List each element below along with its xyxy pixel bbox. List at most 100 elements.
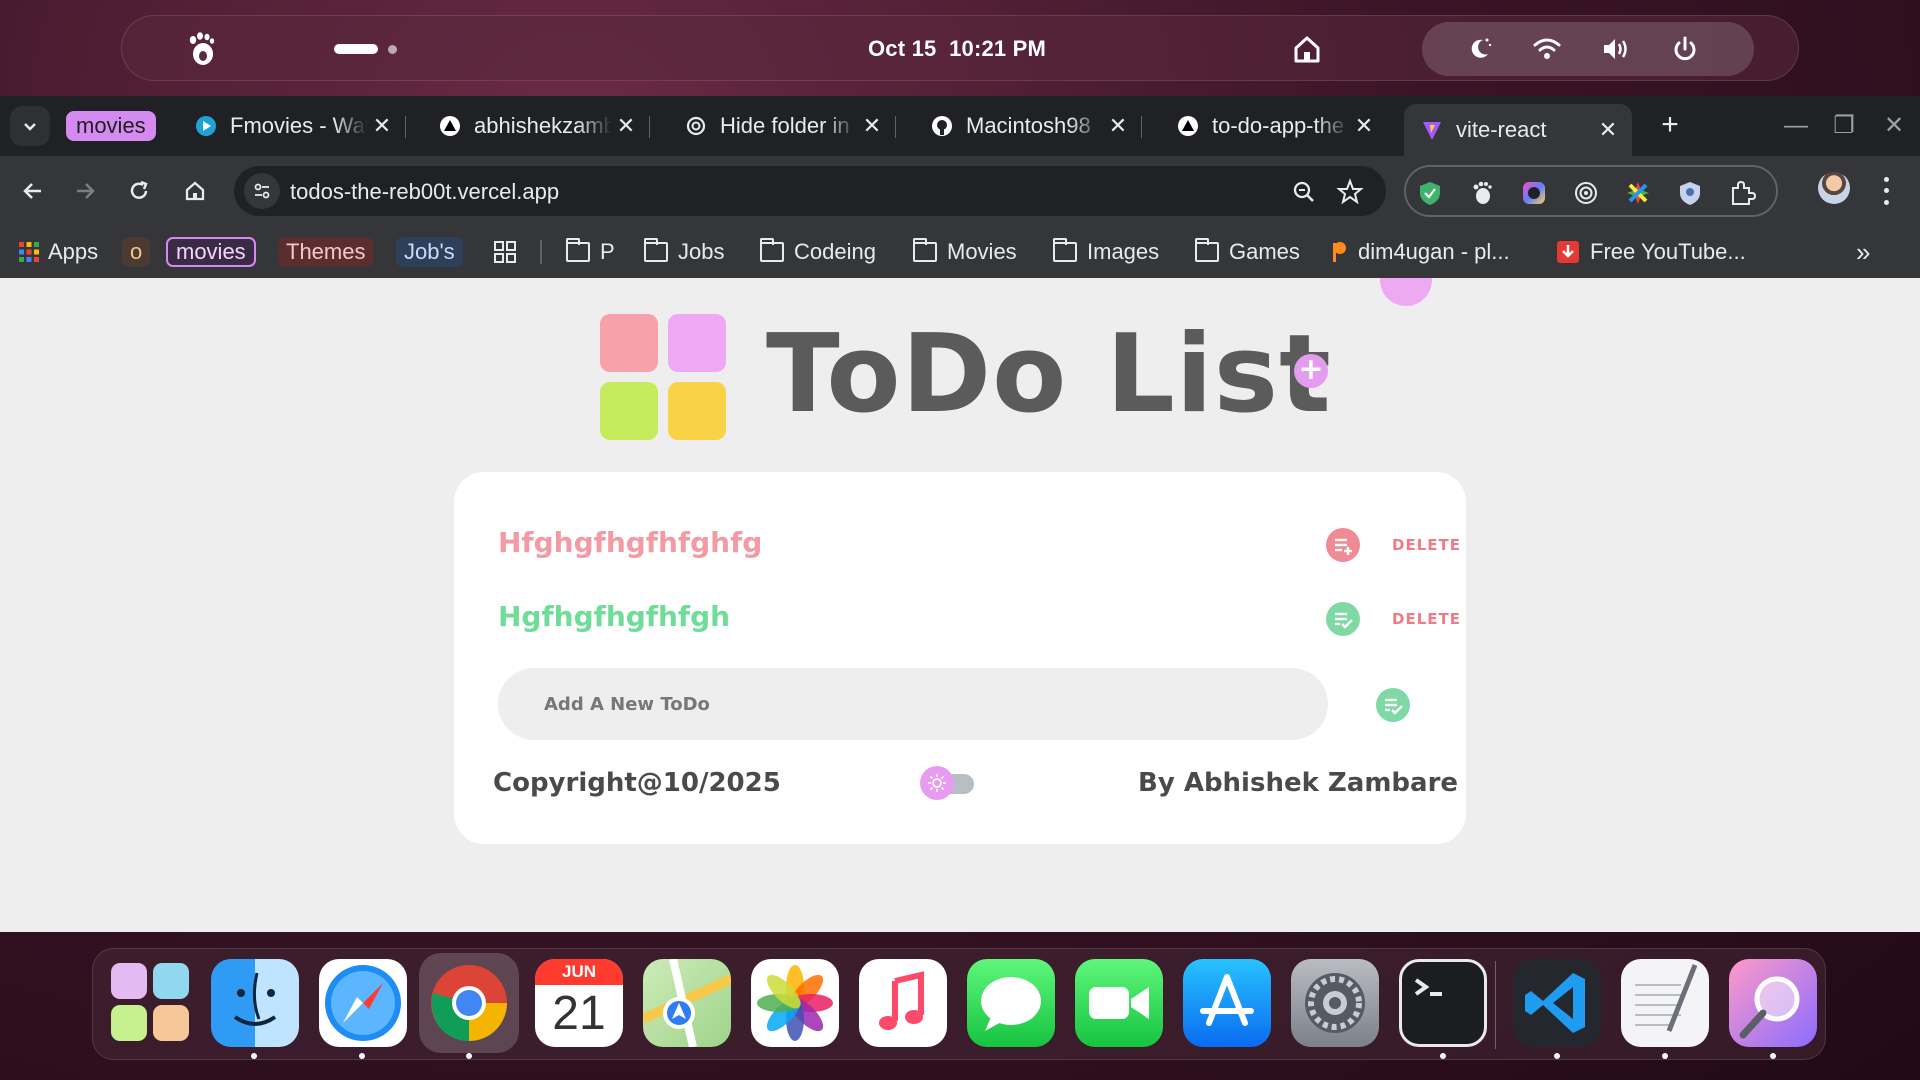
bookmark-folder-images[interactable]: Images <box>1053 236 1159 268</box>
tab-macintosh98[interactable]: Macintosh98 ✕ <box>914 104 1142 148</box>
tab-groups-button[interactable] <box>494 236 516 268</box>
bookmark-group-movies[interactable]: movies <box>166 236 256 268</box>
shield-extension-icon[interactable] <box>1416 179 1444 207</box>
forward-button[interactable] <box>66 172 104 210</box>
running-indicator <box>1440 1053 1446 1059</box>
textedit-icon[interactable] <box>1621 959 1709 1047</box>
running-indicator <box>466 1053 472 1059</box>
system-settings-icon[interactable] <box>1291 959 1379 1047</box>
todo-text[interactable]: Hgfhgfhgfhfgh <box>498 600 730 633</box>
color-wheel-extension-icon[interactable] <box>1624 179 1652 207</box>
finder-icon[interactable] <box>211 959 299 1047</box>
volume-icon[interactable] <box>1600 34 1630 64</box>
bookmark-group-themes[interactable]: Themes <box>278 236 374 268</box>
bookmark-group-jobs[interactable]: Job's <box>396 236 463 268</box>
running-indicator <box>251 1053 257 1059</box>
power-icon[interactable] <box>1670 34 1700 64</box>
tab-title: abhishekzambare <box>474 113 612 138</box>
profile-avatar[interactable] <box>1818 172 1850 204</box>
close-icon[interactable]: ✕ <box>612 112 640 140</box>
bookmark-apps[interactable]: Apps <box>18 236 98 268</box>
theme-toggle[interactable] <box>920 766 976 800</box>
bookmark-folder-movies[interactable]: Movies <box>913 236 1017 268</box>
bookmark-folder-codeing[interactable]: Codeing <box>760 236 876 268</box>
close-icon[interactable]: ✕ <box>1104 112 1132 140</box>
preview-icon[interactable] <box>1729 959 1817 1047</box>
tab-to-do-app[interactable]: to-do-app-the ✕ <box>1160 104 1388 148</box>
new-tab-button[interactable]: + <box>1654 110 1686 142</box>
url-text[interactable]: todos-the-reb00t.vercel.app <box>290 179 559 205</box>
workspace-active[interactable] <box>334 44 378 54</box>
bookmark-folder-games[interactable]: Games <box>1195 236 1300 268</box>
restore-icon[interactable]: ❐ <box>1828 110 1860 142</box>
workspace-indicator[interactable] <box>334 44 397 54</box>
wifi-icon[interactable] <box>1532 34 1562 64</box>
zoom-icon[interactable] <box>1290 178 1318 206</box>
tab-hide-folder[interactable]: Hide folder in ✕ <box>668 104 896 148</box>
tab-title: vite-react <box>1456 117 1547 142</box>
clock[interactable]: Oct 15 10:21 PM <box>868 36 1046 62</box>
running-indicator <box>359 1053 365 1059</box>
messages-icon[interactable] <box>967 959 1055 1047</box>
app-store-icon[interactable] <box>1183 959 1271 1047</box>
gnome-foot-icon[interactable] <box>182 30 220 68</box>
privacy-shield-icon[interactable] <box>1676 179 1704 207</box>
delete-button[interactable]: DELETE <box>1392 610 1461 628</box>
todo-text[interactable]: Hfghgfhgfhfghfg <box>498 526 762 559</box>
music-icon[interactable] <box>859 959 947 1047</box>
color-picker-extension-icon[interactable] <box>1520 179 1548 207</box>
bookmark-group-o[interactable]: o <box>122 236 151 268</box>
add-icon[interactable]: + <box>1294 354 1328 388</box>
tab-fmovies[interactable]: Fmovies - Watch ✕ <box>178 104 406 148</box>
facetime-icon[interactable] <box>1075 959 1163 1047</box>
calendar-icon[interactable]: JUN 21 <box>535 959 623 1047</box>
tab-vite-react[interactable]: vite-react ✕ <box>1404 104 1632 156</box>
launchpad-icon[interactable] <box>107 959 195 1047</box>
vscode-icon[interactable] <box>1513 959 1601 1047</box>
close-icon[interactable]: ✕ <box>1594 116 1622 144</box>
bookmark-label: Games <box>1229 239 1300 264</box>
maps-icon[interactable] <box>640 958 734 1048</box>
bookmark-folder-p[interactable]: P <box>566 236 615 268</box>
new-todo-input[interactable] <box>498 668 1328 740</box>
gnome-extension-icon[interactable] <box>1468 179 1496 207</box>
home-icon[interactable] <box>1290 32 1324 66</box>
quick-settings[interactable] <box>1422 22 1754 76</box>
close-icon[interactable]: ✕ <box>368 112 396 140</box>
photos-icon[interactable] <box>751 959 839 1047</box>
home-button[interactable] <box>176 172 214 210</box>
close-icon[interactable]: ✕ <box>858 112 886 140</box>
delete-button[interactable]: DELETE <box>1392 536 1461 554</box>
close-icon[interactable]: ✕ <box>1350 112 1378 140</box>
running-indicator <box>1662 1053 1668 1059</box>
night-light-icon[interactable] <box>1464 34 1494 64</box>
edit-todo-icon[interactable] <box>1326 528 1360 562</box>
safari-icon[interactable] <box>319 959 407 1047</box>
check-todo-icon[interactable] <box>1326 602 1360 636</box>
tab-abhishekzambare[interactable]: abhishekzambare ✕ <box>422 104 650 148</box>
bookmark-free-youtube[interactable]: Free YouTube... <box>1556 236 1746 268</box>
site-info-icon[interactable] <box>244 173 280 209</box>
terminal-icon[interactable] <box>1399 959 1487 1047</box>
bookmark-dim4ugan[interactable]: dim4ugan - pl... <box>1330 236 1510 268</box>
add-todo-button[interactable] <box>1376 688 1410 722</box>
window-close-icon[interactable]: ✕ <box>1878 110 1910 142</box>
tab-search-button[interactable] <box>10 106 50 146</box>
address-bar[interactable]: todos-the-reb00t.vercel.app <box>234 166 1386 216</box>
minimize-icon[interactable]: — <box>1780 110 1812 142</box>
tab-title: to-do-app-the <box>1212 113 1345 138</box>
workspace-inactive[interactable] <box>388 44 397 54</box>
back-button[interactable] <box>14 172 52 210</box>
reload-button[interactable] <box>120 172 158 210</box>
bookmark-folder-jobs[interactable]: Jobs <box>644 236 724 268</box>
chrome-icon[interactable] <box>419 953 519 1053</box>
tab-group-movies[interactable]: movies <box>66 111 156 141</box>
puzzle-icon[interactable] <box>1728 179 1756 207</box>
chatgpt-icon <box>684 114 708 138</box>
bookmarks-overflow-button[interactable]: » <box>1856 236 1870 268</box>
bookmark-label: dim4ugan - pl... <box>1358 239 1510 264</box>
target-extension-icon[interactable] <box>1572 179 1600 207</box>
bookmark-star-icon[interactable] <box>1336 178 1364 206</box>
clock-date: Oct 15 <box>868 36 937 61</box>
browser-menu-button[interactable] <box>1872 174 1900 208</box>
